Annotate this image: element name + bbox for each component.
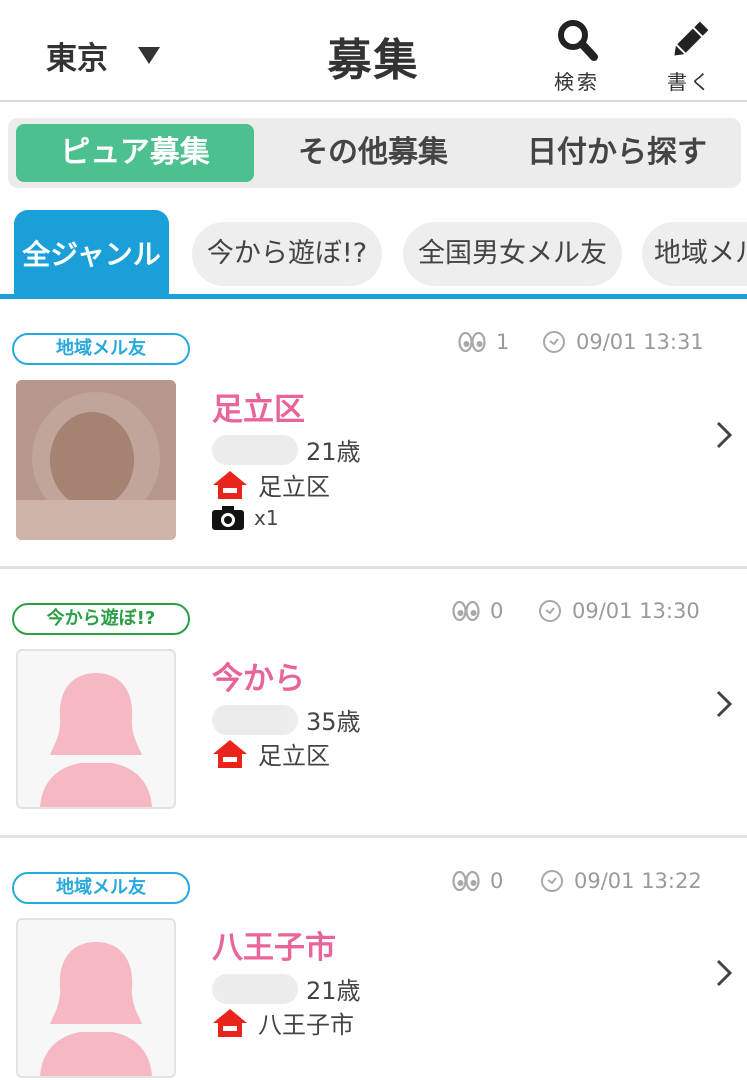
post-area: 足立区	[258, 473, 330, 501]
chevron-right-icon	[716, 690, 733, 718]
genre-tab-all[interactable]: 全ジャンル	[14, 210, 169, 296]
chevron-right-icon	[716, 421, 733, 449]
post-title: 今から	[212, 661, 305, 697]
clock-icon	[541, 870, 563, 892]
home-icon	[213, 1008, 247, 1037]
photo-count-row: x1	[212, 506, 279, 530]
photo-count: x1	[254, 506, 279, 530]
post-area-row: 八王子市	[212, 1005, 354, 1040]
genre-badge: 今から遊ぼ!?	[12, 603, 190, 635]
view-count-value: 1	[496, 330, 510, 354]
post-age-row: 21歳	[212, 971, 361, 1006]
eyes-icon	[458, 331, 486, 353]
blurred-nickname	[212, 434, 298, 465]
genre-tab-nationwide[interactable]: 全国男女メル友	[403, 222, 622, 286]
genre-badge: 地域メル友	[12, 872, 190, 904]
post-area: 足立区	[258, 742, 330, 770]
pencil-icon	[674, 21, 709, 56]
post-item[interactable]: 地域メル友 0 09/01 13:22 八王子市 21歳 八王子市	[0, 838, 747, 1080]
post-age-row: 21歳	[212, 432, 361, 467]
blurred-nickname	[212, 973, 298, 1004]
post-time-value: 09/01 13:22	[574, 869, 702, 893]
segment-by-date[interactable]: 日付から探す	[502, 124, 732, 182]
blurred-nickname	[212, 704, 298, 735]
view-count: 1	[458, 330, 509, 354]
write-label: 書く	[667, 70, 713, 94]
clock-icon	[539, 600, 561, 622]
avatar	[16, 380, 176, 540]
eyes-icon	[452, 870, 480, 892]
view-count: 0	[452, 599, 503, 623]
region-label: 東京	[46, 41, 108, 77]
search-button[interactable]: 検索	[540, 18, 614, 96]
genre-underline	[0, 294, 747, 299]
post-age: 21歳	[306, 977, 361, 1005]
genre-tabs: 全ジャンル 今から遊ぼ!? 全国男女メル友 地域メル友	[0, 210, 747, 300]
write-button[interactable]: 書く	[653, 18, 727, 96]
post-item[interactable]: 地域メル友 1 09/01 13:31 足立区 21歳 足立区 x1	[0, 300, 747, 566]
home-icon	[213, 739, 247, 768]
post-title: 足立区	[212, 392, 305, 428]
search-icon	[558, 20, 598, 61]
avatar	[16, 649, 176, 809]
view-count-value: 0	[490, 599, 504, 623]
search-label: 検索	[554, 70, 600, 94]
genre-tab-regional[interactable]: 地域メル友	[642, 222, 747, 286]
segment-pure[interactable]: ピュア募集	[16, 124, 254, 182]
camera-icon	[212, 506, 244, 530]
genre-tab-now[interactable]: 今から遊ぼ!?	[192, 222, 382, 286]
segment-other[interactable]: その他募集	[270, 124, 476, 182]
post-title: 八王子市	[212, 930, 336, 966]
post-time-value: 09/01 13:30	[572, 599, 700, 623]
avatar	[16, 918, 176, 1078]
post-item[interactable]: 今から遊ぼ!? 0 09/01 13:30 今から 35歳 足立区	[0, 569, 747, 835]
post-time-value: 09/01 13:31	[576, 330, 704, 354]
chevron-right-icon	[716, 959, 733, 987]
post-time: 09/01 13:22	[540, 869, 702, 893]
post-area-row: 足立区	[212, 736, 330, 771]
view-count-value: 0	[490, 869, 504, 893]
post-time: 09/01 13:30	[538, 599, 700, 623]
app-header: 東京 募集 検索 書く	[0, 0, 747, 102]
post-age-row: 35歳	[212, 702, 361, 737]
region-selector[interactable]: 東京	[46, 33, 160, 78]
post-age: 35歳	[306, 708, 361, 736]
eyes-icon	[452, 600, 480, 622]
view-count: 0	[452, 869, 503, 893]
category-segment: ピュア募集 その他募集 日付から探す	[8, 118, 741, 188]
post-age: 21歳	[306, 438, 361, 466]
caret-down-icon	[138, 47, 160, 64]
home-icon	[213, 470, 247, 499]
post-area: 八王子市	[258, 1011, 354, 1039]
post-time: 09/01 13:31	[542, 330, 704, 354]
post-area-row: 足立区	[212, 467, 330, 502]
clock-icon	[543, 331, 565, 353]
genre-badge: 地域メル友	[12, 333, 190, 365]
